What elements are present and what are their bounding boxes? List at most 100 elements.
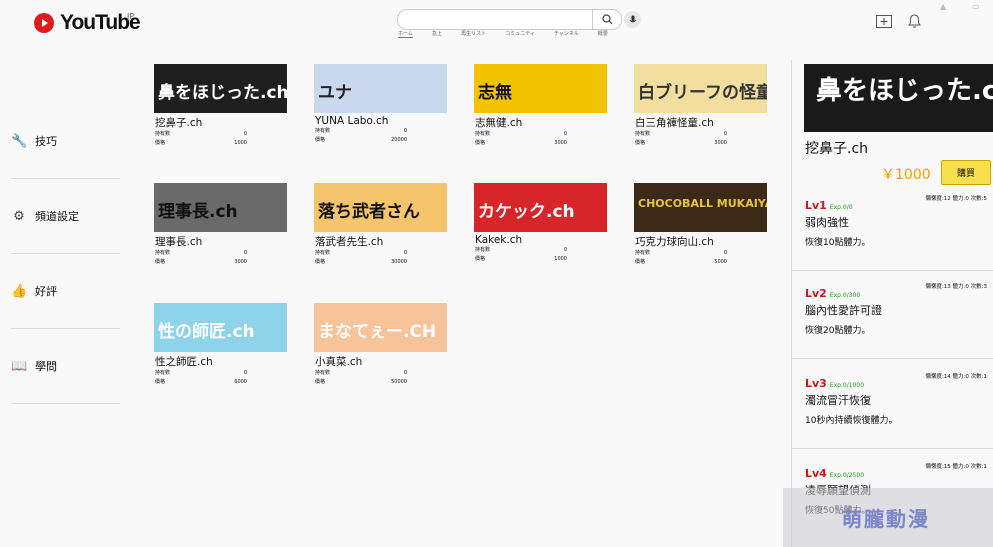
price-label: 價格 [315,259,326,265]
channel-name: 挖鼻子.ch [155,117,203,129]
channel-card[interactable]: 理事長.ch 理事長.ch 持有數 0 價格 3000 [154,183,294,267]
notifications-button[interactable] [905,12,923,30]
owned-label: 持有數 [635,131,651,137]
owned-value: 0 [403,250,407,256]
price-label: 價格 [315,379,326,385]
price-row: 價格 3000 [155,258,294,267]
wrench-icon: 🔧 [11,133,28,149]
channel-card[interactable]: 志無 志無健.ch 持有數 0 價格 3000 [474,64,614,148]
price-value: 3000 [714,140,727,146]
thumbnail-text: 志無 [478,83,512,103]
tab-channels[interactable]: チャンネル [554,30,579,38]
price-value: 1000 [554,256,567,262]
channel-thumbnail[interactable]: CHOCOBALL MUKAIYAMA [634,183,767,232]
youtube-logo[interactable]: YouTube [34,11,141,35]
thumbnail-text: CHOCOBALL MUKAIYAMA [638,197,767,210]
skill-separator [792,448,993,449]
thumbnail-text: 白ブリーフの怪童 [638,83,767,103]
play-logo-icon [34,13,54,33]
mic-button[interactable] [624,11,641,28]
owned-row: 持有數 0 [315,127,454,136]
skill-name: 弱肉強性 [805,216,849,229]
channel-thumbnail[interactable]: 理事長.ch [154,183,287,232]
channel-thumbnail[interactable]: 落ち武者さん [314,183,447,232]
price-value: 5000 [714,259,727,265]
skill-stats: 懶懶度:14 體力:0 次數:1 [925,374,987,380]
channel-card[interactable]: 性の師匠.ch 性之師匠.ch 持有數 0 價格 6000 [154,303,294,387]
owned-row: 持有數 0 [475,130,614,139]
owned-value: 0 [243,131,247,137]
owned-value: 0 [563,247,567,253]
price-row: 價格 30000 [315,258,454,267]
price-row: 價格 5000 [635,258,774,267]
channel-thumbnail[interactable]: 鼻をほじった.ch [154,64,287,113]
panel-divider [791,60,792,547]
detail-thumbnail: 鼻をほじった.ch [804,64,993,132]
thumbnail-text: まなてぇー.CH [318,322,437,342]
skill-stats: 懶懶度:12 體力:0 次數:5 [925,196,987,202]
detail-price: ￥1000 [881,167,931,183]
price-row: 價格 1000 [475,255,614,264]
tab-about[interactable]: 概要 [598,30,608,38]
owned-row: 持有數 0 [315,249,454,258]
thumbnail-text: ユナ [318,83,352,103]
thumbnail-text: カケック.ch [478,202,575,222]
price-value: 1000 [234,140,247,146]
channel-thumbnail[interactable]: カケック.ch [474,183,607,232]
channel-card[interactable]: 落ち武者さん 落武者先生.ch 持有數 0 價格 30000 [314,183,454,267]
skill-separator [792,270,993,271]
price-row: 價格 20000 [315,136,454,145]
buy-button[interactable]: 購買 [941,160,991,185]
skill-level: Lv2 [805,287,827,300]
search-button[interactable] [592,9,621,30]
sidebar-item-reputation[interactable]: 👍 好評 [11,254,120,329]
price-value: 20000 [391,137,407,143]
owned-value: 0 [243,250,247,256]
search-input[interactable] [397,9,622,30]
thumbnail-text: 性の師匠.ch [158,322,255,342]
owned-row: 持有數 0 [635,249,774,258]
skill-stats: 懶懶度:13 體力:0 次數:3 [925,284,987,290]
skill-item[interactable]: Lv1 Exp.0/0 懶懶度:12 體力:0 次數:5 弱肉強性 恢復10點體力。 [805,194,993,248]
price-row: 價格 6000 [155,378,294,387]
skill-separator [792,358,993,359]
tab-playlists[interactable]: 再生リスト [461,30,486,38]
battery-icon: ▭ [972,2,980,11]
skill-item[interactable]: Lv3 Exp.0/1000 懶懶度:14 體力:0 次數:1 濁流冒汗恢復 10秒內持… [805,372,993,426]
book-icon: 📖 [11,358,28,374]
owned-value: 0 [403,128,407,134]
owned-label: 持有數 [635,250,651,256]
price-label: 價格 [155,379,166,385]
price-label: 價格 [155,259,166,265]
channel-card[interactable]: CHOCOBALL MUKAIYAMA 巧克力球向山.ch 持有數 0 價格 5000 [634,183,774,267]
channel-thumbnail[interactable]: 志無 [474,64,607,113]
owned-value: 0 [403,370,407,376]
sidebar-item-skills[interactable]: 🔧 技巧 [11,104,120,179]
channel-thumbnail[interactable]: ユナ [314,64,447,113]
channel-thumbnail[interactable]: 性の師匠.ch [154,303,287,352]
owned-row: 持有數 0 [155,249,294,258]
sidebar-item-channel-settings[interactable]: ⚙ 頻道設定 [11,179,120,254]
detail-thumbnail-text: 鼻をほじった.ch [816,76,993,106]
channel-card[interactable]: ユナ YUNA Labo.ch 持有數 0 價格 20000 [314,64,454,145]
channel-thumbnail[interactable]: 白ブリーフの怪童 [634,64,767,113]
price-label: 價格 [635,140,646,146]
channel-card[interactable]: 白ブリーフの怪童 白三角褲怪童.ch 持有數 0 價格 3000 [634,64,774,148]
channel-name: Kakek.ch [475,234,523,246]
channel-card[interactable]: カケック.ch Kakek.ch 持有數 0 價格 1000 [474,183,614,264]
channel-card[interactable]: 鼻をほじった.ch 挖鼻子.ch 持有數 0 價格 1000 [154,64,294,148]
price-row: 價格 3000 [635,139,774,148]
price-row: 價格 1000 [155,139,294,148]
channel-card[interactable]: まなてぇー.CH 小真菜.ch 持有數 0 價格 50000 [314,303,454,387]
channel-name: 理事長.ch [155,236,203,248]
skill-description: 10秒內持續恢復體力。 [805,416,898,426]
skill-item[interactable]: Lv2 Exp.0/300 懶懶度:13 體力:0 次數:3 腦內性愛許可證 恢復20點… [805,282,993,336]
tab-home[interactable]: ホーム [398,30,413,38]
tab-trending[interactable]: 急上 [432,30,442,38]
tab-community[interactable]: コミュニティ [505,30,535,38]
owned-label: 持有數 [155,370,171,376]
create-video-button[interactable] [875,12,893,30]
sidebar-item-study[interactable]: 📖 學問 [11,329,120,404]
sidebar-item-label: 技巧 [35,135,57,148]
channel-thumbnail[interactable]: まなてぇー.CH [314,303,447,352]
